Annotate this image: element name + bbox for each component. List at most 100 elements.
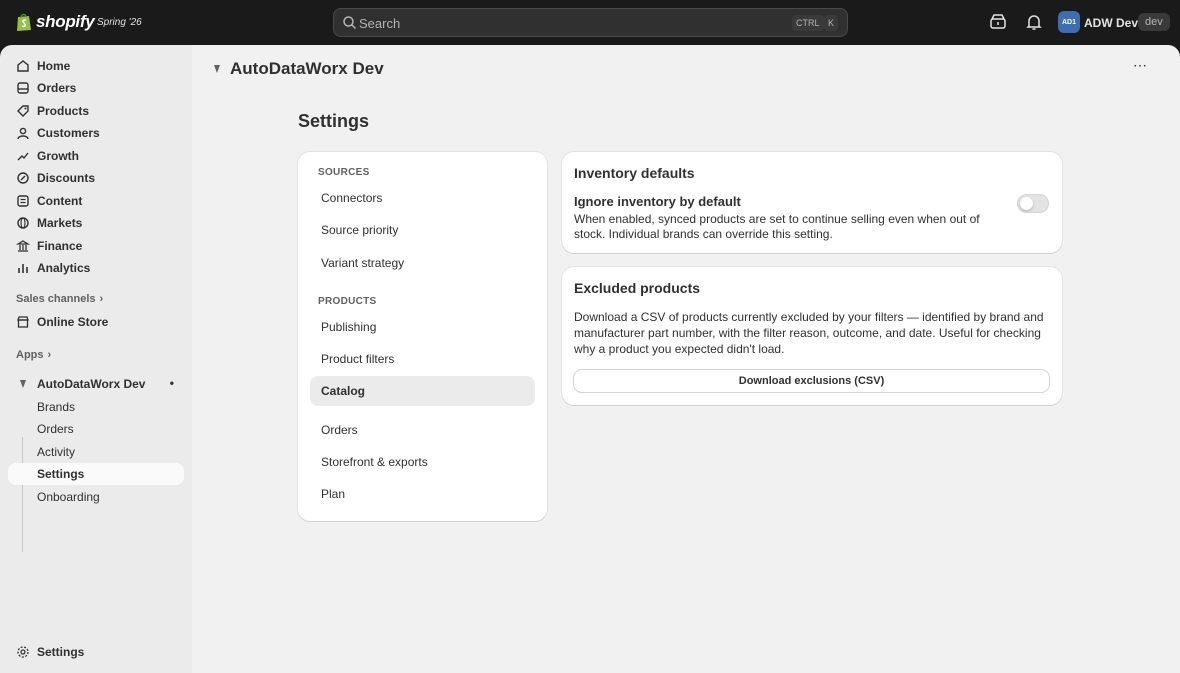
products-icon [17, 105, 29, 117]
sidebar-item-finance[interactable]: Finance [8, 235, 184, 257]
sidebar-item-online-store[interactable]: Online Store [8, 311, 184, 333]
analytics-icon [18, 264, 28, 273]
menu-item-label: Connectors [321, 191, 383, 205]
store-switcher-icon[interactable] [989, 13, 1007, 31]
sidebar-item-label: Finance [37, 239, 83, 253]
menu-item-connectors[interactable]: Connectors [310, 183, 535, 213]
sidebar-subitem-activity[interactable]: Activity [8, 441, 184, 463]
sidebar-item-label: Customers [37, 126, 100, 140]
sales-channels-header[interactable]: Sales channels › [16, 293, 103, 305]
sales-channels-label: Sales channels [16, 293, 96, 305]
sidebar-item-label: Orders [37, 81, 77, 95]
sidebar-item-products[interactable]: Products [8, 100, 184, 122]
sidebar-item-label: Growth [37, 149, 79, 163]
menu-item-variant-strategy[interactable]: Variant strategy [310, 248, 535, 278]
setting-description: When enabled, synced products are set to… [574, 212, 980, 241]
download-exclusions-button[interactable]: Download exclusions (CSV) [574, 370, 1049, 392]
sidebar-subitem-label: Brands [37, 400, 76, 414]
menu-item-source-priority[interactable]: Source priority [310, 215, 535, 245]
sidebar-subitem-brands[interactable]: Brands [8, 396, 184, 418]
avatar[interactable]: AD1 [1058, 11, 1080, 33]
sidebar-item-label: Discounts [37, 171, 96, 185]
app-header: AutoDataWorx Dev [210, 59, 384, 79]
shopify-logo[interactable]: shopify [16, 12, 95, 32]
menu-item-label: Plan [321, 487, 346, 501]
sidebar-item-label: Online Store [37, 315, 109, 329]
toggle-knob [1020, 197, 1033, 210]
finance-icon [16, 240, 30, 252]
sidebar-item-content[interactable]: Content [8, 190, 184, 212]
sidebar-subitem-label: Orders [37, 422, 74, 436]
sidebar-item-orders[interactable]: Orders [8, 77, 184, 99]
sidebar-subitem-onboarding[interactable]: Onboarding [8, 486, 184, 508]
sidebar-item-markets[interactable]: Markets [8, 212, 184, 234]
ignore-inventory-toggle[interactable] [1017, 194, 1049, 213]
gear-icon [17, 646, 29, 658]
chevron-right-icon: › [47, 349, 52, 361]
app-icon [214, 65, 220, 73]
sidebar-item-label: Content [37, 194, 83, 208]
sidebar-item-label: Analytics [37, 261, 91, 275]
sidebar-subitem-label: Onboarding [37, 490, 100, 504]
menu-item-orders[interactable]: Orders [310, 415, 535, 445]
search-bar[interactable]: Search CTRL K [333, 8, 848, 37]
setting-title: Ignore inventory by default [574, 194, 741, 209]
card-title: Inventory defaults [574, 165, 695, 181]
sidebar-item-label: Markets [37, 216, 83, 230]
dev-badge: dev [1138, 13, 1170, 31]
markets-icon [17, 217, 29, 229]
more-actions-icon[interactable]: ⋯ [1130, 58, 1150, 79]
app-title: AutoDataWorx Dev [230, 59, 384, 78]
sources-heading: SOURCES [318, 167, 370, 178]
sidebar-item-label: Settings [37, 645, 85, 659]
menu-item-plan[interactable]: Plan [310, 479, 535, 509]
sidebar-item-growth[interactable]: Growth [8, 145, 184, 167]
notifications-bell-icon[interactable] [1025, 13, 1043, 31]
menu-item-label: Catalog [321, 384, 366, 398]
inventory-defaults-card: Inventory defaults Ignore inventory by d… [562, 152, 1062, 253]
card-title: Excluded products [574, 280, 701, 296]
settings-menu-card: SOURCES Connectors Source priority Varia… [298, 152, 547, 521]
discounts-icon [17, 172, 29, 184]
sidebar-item-customers[interactable]: Customers [8, 122, 184, 144]
top-bar: shopify Spring '26 Search CTRL K AD1 ADW… [0, 0, 1180, 45]
apps-header[interactable]: Apps › [16, 349, 51, 361]
menu-item-label: Source priority [321, 223, 399, 237]
search-icon [343, 16, 357, 30]
sidebar-item-label: Products [37, 104, 90, 118]
sidebar-item-settings[interactable]: Settings [8, 641, 184, 663]
sidebar-item-label: Home [37, 59, 71, 73]
menu-item-catalog[interactable]: Catalog [310, 376, 535, 406]
menu-item-product-filters[interactable]: Product filters [310, 344, 535, 374]
sidebar-item-analytics[interactable]: Analytics [8, 257, 184, 279]
logo-wordmark: shopify [36, 12, 95, 31]
sidebar-subitem-label: Activity [37, 445, 76, 459]
shortcut-k: K [824, 15, 839, 31]
apps-label: Apps [16, 349, 44, 361]
sidebar-subitem-settings[interactable]: Settings [8, 463, 184, 485]
menu-item-storefront-exports[interactable]: Storefront & exports [310, 447, 535, 477]
sidebar-item-discounts[interactable]: Discounts [8, 167, 184, 189]
main-content: AutoDataWorx Dev ⋯ Settings SOURCES Conn… [192, 45, 1180, 673]
growth-icon [17, 152, 29, 161]
app-icon [20, 380, 26, 388]
more-options-icon[interactable]: • [170, 377, 174, 389]
sidebar: Home Orders Products Customers Growth Di… [0, 45, 192, 673]
sidebar-item-app[interactable]: AutoDataWorx Dev • [8, 373, 184, 395]
menu-item-label: Variant strategy [321, 256, 405, 270]
sidebar-item-home[interactable]: Home [8, 55, 184, 77]
menu-item-label: Storefront & exports [321, 455, 428, 469]
menu-item-label: Orders [321, 423, 358, 437]
app-name: AutoDataWorx Dev [37, 377, 146, 391]
customers-icon [17, 127, 29, 140]
sidebar-subitem-orders[interactable]: Orders [8, 418, 184, 440]
menu-item-publishing[interactable]: Publishing [310, 312, 535, 342]
orders-icon [17, 82, 29, 94]
excluded-products-card: Excluded products Download a CSV of prod… [562, 267, 1062, 405]
products-heading: PRODUCTS [318, 296, 377, 307]
shortcut-ctrl: CTRL [792, 15, 824, 31]
home-icon [17, 60, 29, 72]
online-store-icon [17, 316, 29, 328]
menu-item-label: Publishing [321, 320, 377, 334]
edition-label: Spring '26 [97, 17, 142, 28]
